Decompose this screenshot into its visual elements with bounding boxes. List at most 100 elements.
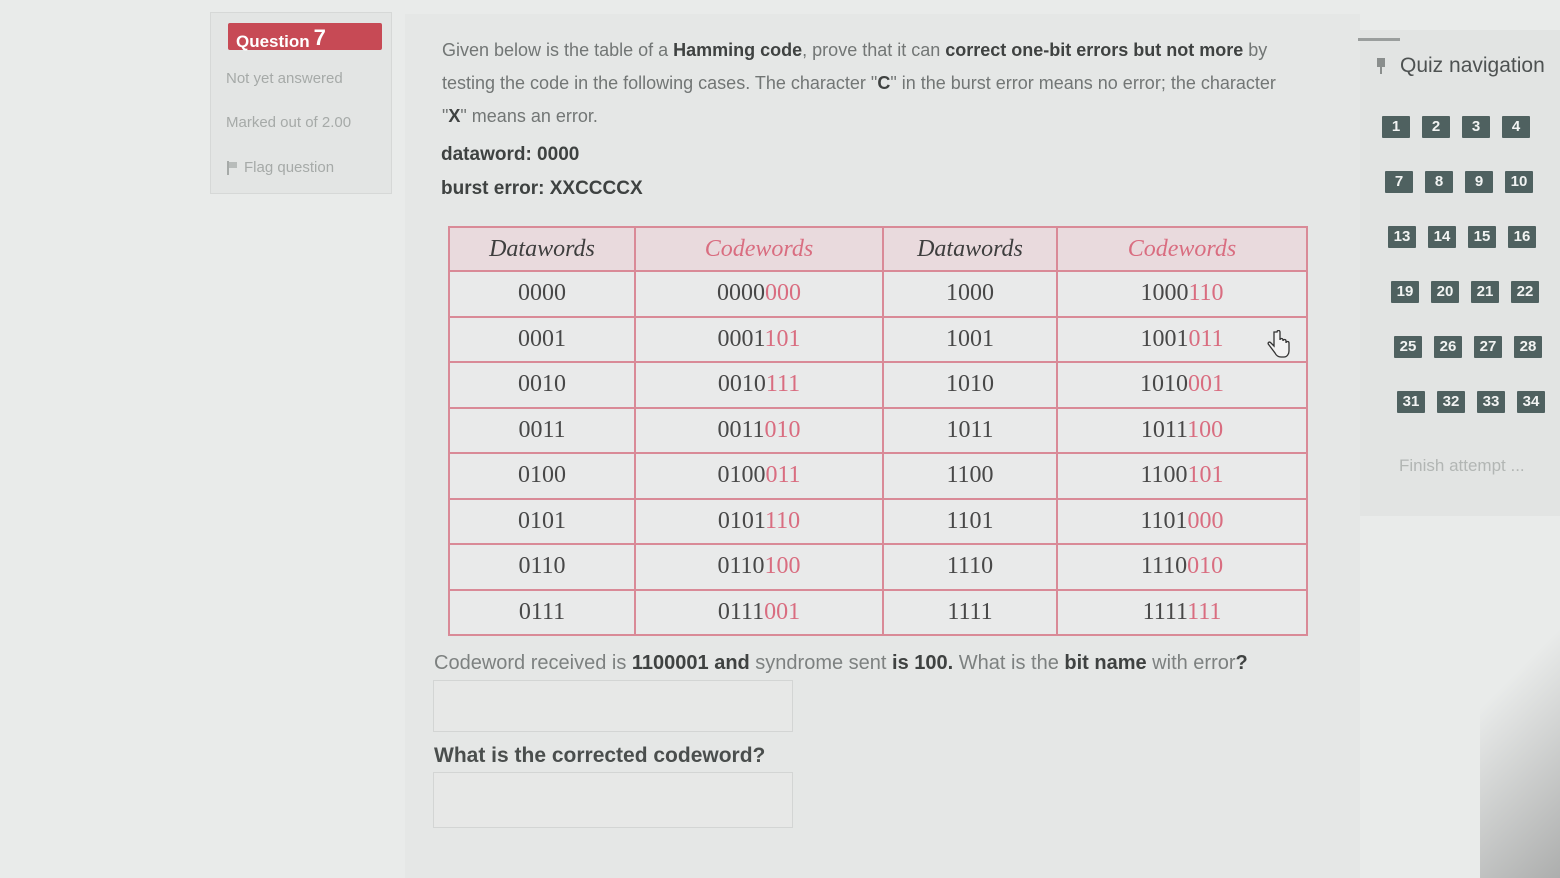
answer-status: Not yet answered: [226, 70, 343, 87]
question-number-badge: Question 7: [228, 23, 382, 51]
codeword-parity-bits: 111: [765, 371, 801, 398]
quiz-nav-button[interactable]: 27: [1474, 336, 1502, 358]
codeword-parity-bits: 100: [1187, 416, 1224, 443]
finish-attempt-link[interactable]: Finish attempt ...: [1399, 456, 1525, 476]
corrected-codeword-answer-field[interactable]: [433, 772, 793, 828]
table-header: Datawords: [448, 226, 636, 272]
quiz-nav-button[interactable]: 10: [1505, 171, 1533, 193]
table-row: 0001 0001101 1001 1001011: [448, 315, 1308, 363]
codeword-cell: 1011100: [1056, 406, 1308, 454]
codeword-data-bits: 0110: [717, 553, 765, 580]
dataword-bits: 0011: [518, 416, 566, 443]
dataword-bits: 0101: [518, 507, 566, 534]
quiz-nav-button[interactable]: 33: [1477, 391, 1505, 413]
codeword-cell: 1010001: [1056, 361, 1308, 409]
dataword-cell: 0110: [448, 543, 636, 591]
sub-question-2: What is the corrected codeword?: [434, 744, 766, 767]
table-header: Codewords: [1056, 226, 1308, 272]
codeword-parity-bits: 001: [1188, 371, 1224, 398]
codeword-cell: 1100101: [1056, 452, 1308, 500]
table-row: 0110 0110100 1110 1110010: [448, 543, 1308, 591]
quiz-nav-button[interactable]: 28: [1514, 336, 1542, 358]
quiz-nav-button[interactable]: 9: [1465, 171, 1493, 193]
burst-error-line: burst error: XXCCCCX: [441, 178, 643, 199]
codeword-data-bits: 1011: [1140, 416, 1188, 443]
dataword-bits: 0100: [518, 462, 566, 489]
quiz-nav-button[interactable]: 7: [1385, 171, 1413, 193]
dataword-bits: 1011: [946, 416, 994, 443]
codeword-data-bits: 1110: [1140, 553, 1188, 580]
quiz-nav-button[interactable]: 32: [1437, 391, 1465, 413]
codeword-data-bits: 1000: [1140, 280, 1189, 307]
quiz-nav-button[interactable]: 34: [1517, 391, 1545, 413]
table-row: 0101 0101110 1101 1101000: [448, 497, 1308, 545]
quiz-nav-button[interactable]: 25: [1394, 336, 1422, 358]
codeword-parity-bits: 000: [765, 280, 801, 307]
table-row: 0100 0100011 1100 1100101: [448, 452, 1308, 500]
codeword-parity-bits: 010: [1187, 553, 1224, 580]
quiz-nav-button[interactable]: 1: [1382, 116, 1410, 138]
dataword-bits: 1001: [946, 325, 994, 352]
codeword-data-bits: 0111: [717, 598, 765, 625]
table-header-row: Datawords Codewords Datawords Codewords: [448, 226, 1308, 272]
codeword-parity-bits: 111: [1187, 598, 1222, 625]
flag-question-link[interactable]: Flag question: [226, 159, 334, 176]
question-text-correct: correct one-bit errors but not more: [945, 40, 1244, 60]
codeword-cell: 1101000: [1056, 497, 1308, 545]
quiz-nav-button[interactable]: 4: [1502, 116, 1530, 138]
codeword-data-bits: 1010: [1140, 371, 1188, 398]
question-info-panel: Question 7 Not yet answered Marked out of…: [210, 12, 392, 194]
dataword-cell: 0101: [448, 497, 636, 545]
codeword-data-bits: 0000: [717, 280, 765, 307]
codeword-cell: 0110100: [634, 543, 884, 591]
question-text-part: Given below is the table of a: [442, 40, 674, 60]
codeword-parity-bits: 110: [765, 507, 801, 534]
dataword-cell: 0111: [448, 588, 636, 636]
table-row: 0111 0111001 1111 1111111: [448, 588, 1308, 636]
dataword-cell: 1100: [882, 452, 1058, 500]
question-text-x: X: [448, 106, 461, 126]
sub-question-1: Codeword received is 1100001 and syndrom…: [434, 652, 1248, 675]
quiz-nav-button[interactable]: 15: [1468, 226, 1496, 248]
codeword-parity-bits: 100: [764, 553, 801, 580]
codeword-data-bits: 0101: [717, 507, 765, 534]
dataword-cell: 1011: [882, 406, 1058, 454]
quiz-nav-button[interactable]: 21: [1471, 281, 1499, 303]
codeword-cell: 1110010: [1056, 543, 1308, 591]
codeword-cell: 0000000: [634, 270, 884, 318]
dataword-cell: 1110: [882, 543, 1058, 591]
marks-info: Marked out of 2.00: [226, 114, 352, 131]
dataword-cell: 1111: [882, 588, 1058, 636]
codeword-cell: 1111111: [1056, 588, 1308, 636]
quiz-nav-button[interactable]: 3: [1462, 116, 1490, 138]
codeword-parity-bits: 010: [764, 416, 801, 443]
quiz-nav-button[interactable]: 14: [1428, 226, 1456, 248]
quiz-nav-button[interactable]: 26: [1434, 336, 1462, 358]
quiz-nav-button[interactable]: 20: [1431, 281, 1459, 303]
nav-divider: [1358, 38, 1400, 41]
dataword-bits: 1000: [946, 280, 994, 307]
pin-icon[interactable]: [1376, 58, 1386, 74]
quiz-navigation-panel: [1360, 30, 1560, 516]
subq1-text-bold: ?: [1235, 652, 1248, 674]
subq1-text: with error: [1146, 652, 1236, 674]
dataword-cell: 0011: [448, 406, 636, 454]
quiz-nav-button[interactable]: 8: [1425, 171, 1453, 193]
bit-name-answer-field[interactable]: [433, 680, 793, 732]
dataword-cell: 0000: [448, 270, 636, 318]
codeword-parity-bits: 101: [764, 325, 801, 352]
codeword-parity-bits: 011: [1188, 325, 1224, 352]
table-row: 0010 0010111 1010 1010001: [448, 361, 1308, 409]
quiz-nav-button[interactable]: 2: [1422, 116, 1450, 138]
codeword-parity-bits: 000: [1187, 507, 1224, 534]
subq1-text: What is the: [953, 652, 1065, 674]
quiz-nav-button[interactable]: 16: [1508, 226, 1536, 248]
photo-vignette: [1480, 600, 1560, 878]
dataword-bits: 0111: [518, 598, 566, 625]
quiz-nav-button[interactable]: 13: [1388, 226, 1416, 248]
quiz-nav-button[interactable]: 22: [1511, 281, 1539, 303]
codeword-parity-bits: 011: [765, 462, 801, 489]
subq1-text-bold: 1100001 and: [631, 652, 750, 674]
quiz-nav-button[interactable]: 19: [1391, 281, 1419, 303]
quiz-nav-button[interactable]: 31: [1397, 391, 1425, 413]
